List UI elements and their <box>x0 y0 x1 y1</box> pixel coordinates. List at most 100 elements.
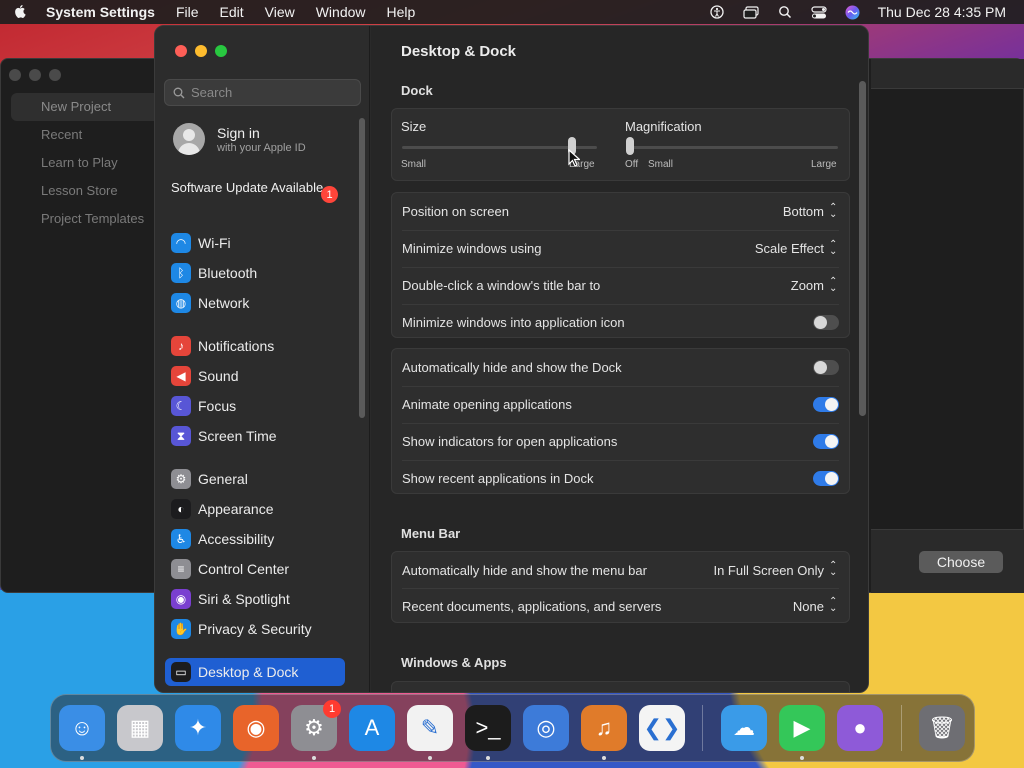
choose-button[interactable]: Choose <box>919 551 1003 573</box>
sidebar-item-focus[interactable]: ☾ Focus <box>165 392 345 420</box>
animate-opening-row: Animate opening applications <box>392 386 849 423</box>
software-update-item[interactable]: Software Update Available <box>171 180 341 196</box>
minimize-effect-select[interactable]: Scale Effect <box>754 239 839 257</box>
browser-icon[interactable]: ◎ <box>523 705 569 751</box>
trash-icon[interactable]: 🗑 <box>919 705 965 751</box>
dock-section-title: Dock <box>401 83 433 98</box>
size-label: Size <box>401 119 427 134</box>
menu-edit[interactable]: Edit <box>220 4 244 20</box>
menu-bar: System Settings File Edit View Window He… <box>0 0 1024 24</box>
magnification-min-label: Small <box>648 159 674 170</box>
sidebar-item-sound[interactable]: ◀ Sound <box>165 362 345 390</box>
search-input[interactable] <box>191 85 351 100</box>
vscode-icon[interactable]: ❮❯ <box>639 705 685 751</box>
background-close-button[interactable] <box>9 69 21 81</box>
autohide-menu-bar-row: Automatically hide and show the menu bar… <box>392 552 849 588</box>
account-subtitle: with your Apple ID <box>217 141 306 154</box>
minimize-button[interactable] <box>195 45 207 57</box>
select-value: In Full Screen Only <box>713 562 824 578</box>
apple-id-account[interactable]: Sign in with your Apple ID <box>173 123 306 155</box>
screen-mirroring-icon[interactable] <box>742 5 760 19</box>
menu-app-name[interactable]: System Settings <box>46 4 155 20</box>
textedit-icon[interactable]: ✎ <box>407 705 453 751</box>
background-sidebar-item[interactable]: New Project <box>11 93 161 121</box>
control-center-status-icon[interactable] <box>810 5 828 19</box>
accessibility-icon: ♿ <box>171 529 191 549</box>
background-zoom-button[interactable] <box>49 69 61 81</box>
finder-icon[interactable]: ☺ <box>59 705 105 751</box>
sidebar-item-wi-fi[interactable]: ◠ Wi-Fi <box>165 229 345 257</box>
autohide-menu-bar-select[interactable]: In Full Screen Only <box>713 560 839 578</box>
spotlight-search-icon[interactable] <box>776 5 794 19</box>
menu-file[interactable]: File <box>176 4 199 20</box>
garageband-icon[interactable]: ♫ <box>581 705 627 751</box>
magnification-slider-track[interactable] <box>626 146 838 149</box>
row-label: Automatically hide and show the Dock <box>402 360 622 375</box>
sidebar-item-label: General <box>198 471 248 487</box>
background-sidebar-item[interactable]: Learn to Play <box>11 149 161 177</box>
accessibility-status-icon[interactable] <box>708 5 726 19</box>
menu-help[interactable]: Help <box>387 4 416 20</box>
row-label: Show indicators for open applications <box>402 434 618 449</box>
menu-clock[interactable]: Thu Dec 28 4:35 PM <box>878 4 1006 20</box>
chevron-updown-icon <box>829 239 839 257</box>
position-on-screen-row: Position on screen Bottom <box>392 193 849 230</box>
launchpad-icon[interactable]: ▦ <box>117 705 163 751</box>
globe-icon: ◍ <box>171 293 191 313</box>
search-field[interactable] <box>164 79 361 106</box>
sidebar-item-control-center[interactable]: ≡ Control Center <box>165 555 345 583</box>
page-title: Desktop & Dock <box>401 43 517 60</box>
show-indicators-toggle[interactable] <box>813 434 839 449</box>
terminal-icon[interactable]: >_ <box>465 705 511 751</box>
siri-status-icon[interactable] <box>844 5 862 19</box>
double-click-action-select[interactable]: Zoom <box>791 276 839 294</box>
sidebar-item-privacy-security[interactable]: ✋ Privacy & Security <box>165 615 345 643</box>
control-center-icon: ≡ <box>171 559 191 579</box>
safari-icon[interactable]: ✦ <box>175 705 221 751</box>
running-indicator <box>486 756 490 760</box>
dock-options-group: Automatically hide and show the Dock Ani… <box>391 348 850 494</box>
menu-view[interactable]: View <box>265 4 295 20</box>
apple-icon[interactable] <box>14 5 28 19</box>
sidebar-item-appearance[interactable]: ◐ Appearance <box>165 495 345 523</box>
chevron-updown-icon <box>829 276 839 294</box>
close-button[interactable] <box>175 45 187 57</box>
sonoma-installer-icon[interactable]: ● <box>837 705 883 751</box>
sidebar-item-general[interactable]: ⚙ General <box>165 465 345 493</box>
settings-content: Desktop & Dock Dock Size Small Large Mag… <box>371 26 868 692</box>
position-select[interactable]: Bottom <box>783 202 839 220</box>
select-value: Scale Effect <box>754 241 824 256</box>
weather-icon[interactable]: ☁ <box>721 705 767 751</box>
windows-apps-section-title: Windows & Apps <box>401 655 507 670</box>
sidebar-item-network[interactable]: ◍ Network <box>165 289 345 317</box>
system-settings-window: Sign in with your Apple ID Software Upda… <box>154 25 869 693</box>
sidebar-item-accessibility[interactable]: ♿ Accessibility <box>165 525 345 553</box>
settings-sidebar: Sign in with your Apple ID Software Upda… <box>155 26 370 692</box>
row-label: Show recent applications in Dock <box>402 471 594 486</box>
magnification-slider-thumb[interactable] <box>626 137 634 155</box>
facetime-icon[interactable]: ▶ <box>779 705 825 751</box>
content-scrollbar[interactable] <box>859 81 866 416</box>
sidebar-item-bluetooth[interactable]: ᛒ Bluetooth <box>165 259 345 287</box>
sidebar-item-notifications[interactable]: ♪ Notifications <box>165 332 345 360</box>
sidebar-item-desktop-dock[interactable]: ▭ Desktop & Dock <box>165 658 345 686</box>
autohide-dock-toggle[interactable] <box>813 360 839 375</box>
sidebar-scrollbar[interactable] <box>359 118 365 418</box>
background-minimize-button[interactable] <box>29 69 41 81</box>
recent-documents-select[interactable]: None <box>793 596 839 614</box>
running-indicator <box>602 756 606 760</box>
recent-documents-row: Recent documents, applications, and serv… <box>392 588 849 624</box>
minimize-into-icon-toggle[interactable] <box>813 315 839 330</box>
chevron-updown-icon <box>829 560 839 578</box>
background-sidebar-item[interactable]: Recent <box>11 121 161 149</box>
menu-window[interactable]: Window <box>316 4 366 20</box>
app-store-icon[interactable]: A <box>349 705 395 751</box>
background-sidebar-item[interactable]: Lesson Store <box>11 177 161 205</box>
show-recent-apps-toggle[interactable] <box>813 471 839 486</box>
sidebar-item-siri-spotlight[interactable]: ◉ Siri & Spotlight <box>165 585 345 613</box>
sidebar-item-screen-time[interactable]: ⧗ Screen Time <box>165 422 345 450</box>
zoom-button[interactable] <box>215 45 227 57</box>
background-sidebar-item[interactable]: Project Templates <box>11 205 161 233</box>
animate-opening-toggle[interactable] <box>813 397 839 412</box>
firefox-icon[interactable]: ◉ <box>233 705 279 751</box>
